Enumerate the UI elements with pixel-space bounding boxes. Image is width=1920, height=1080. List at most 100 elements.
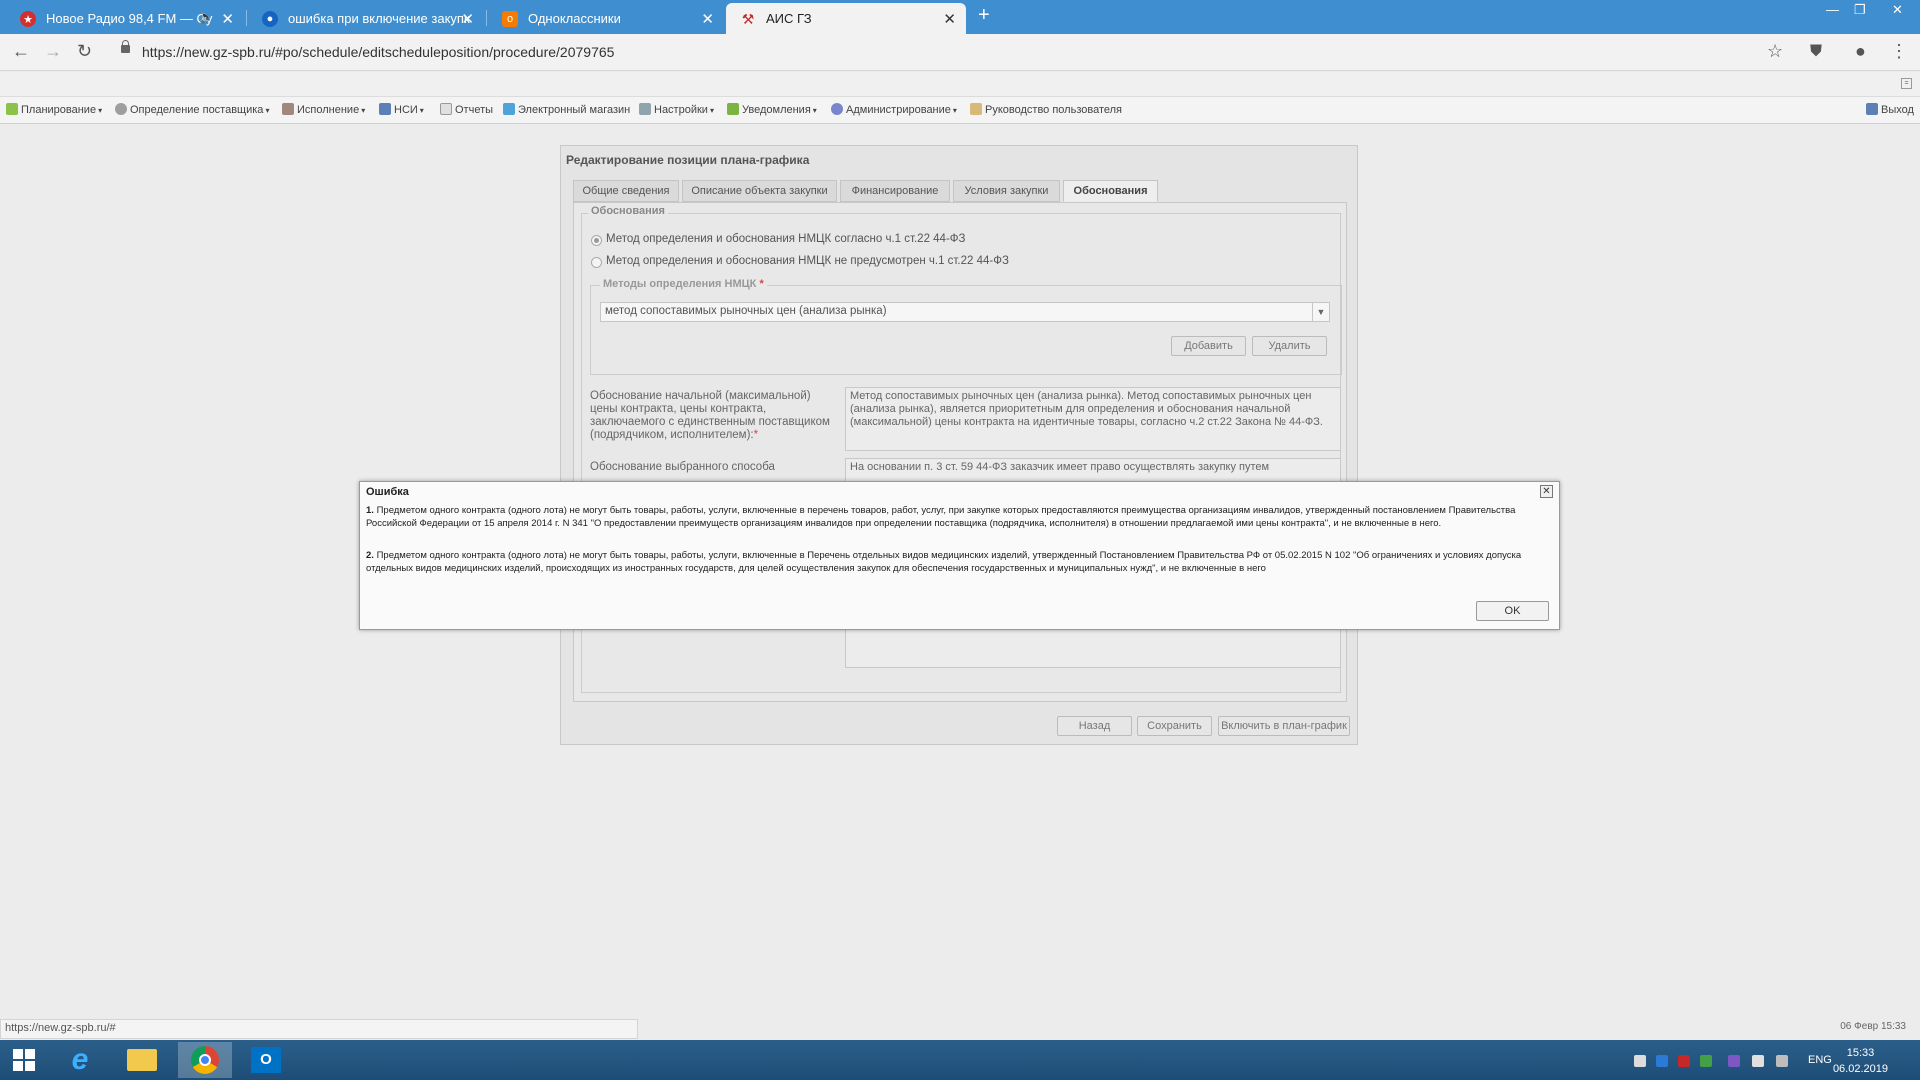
ok-icon: о — [502, 11, 518, 27]
menu-execution[interactable]: Исполнение ▾ — [282, 103, 365, 116]
url-field[interactable]: https://new.gz-spb.ru/#po/schedule/edits… — [142, 44, 614, 60]
user-icon — [831, 103, 843, 115]
tray-security-icon[interactable] — [1700, 1055, 1712, 1067]
supplier-icon — [115, 103, 127, 115]
extension-shield-icon[interactable]: ⛊ — [1810, 43, 1822, 61]
menu-settings[interactable]: Настройки ▾ — [639, 103, 714, 116]
nmck-justification-field[interactable]: Метод сопоставимых рыночных цен (анализа… — [845, 387, 1341, 451]
bookmark-star-icon[interactable]: ☆ — [1767, 41, 1783, 62]
tab-label: АИС ГЗ — [766, 11, 812, 26]
add-button[interactable]: Добавить — [1171, 336, 1246, 356]
browser-tab-radio[interactable]: ★ Новое Радио 98,4 FM — Су 🔈 ✕ — [6, 3, 244, 34]
tray-network-icon[interactable] — [1634, 1055, 1646, 1067]
keyboard-language[interactable]: ENG — [1808, 1054, 1832, 1066]
collapse-icon[interactable]: = — [1901, 78, 1912, 89]
menu-nsi[interactable]: НСИ ▾ — [379, 103, 424, 116]
tab-conditions[interactable]: Условия закупки — [953, 180, 1060, 202]
error-dialog: Ошибка ✕ 1. Предметом одного контракта (… — [359, 481, 1560, 630]
account-icon[interactable]: ● — [1855, 41, 1866, 62]
report-icon — [440, 103, 452, 115]
menu-planning[interactable]: Планирование ▾ — [6, 103, 102, 116]
speaker-icon[interactable]: 🔈 — [199, 10, 214, 24]
delete-button[interactable]: Удалить — [1252, 336, 1327, 356]
exit-icon — [1866, 103, 1878, 115]
back-button[interactable]: Назад — [1057, 716, 1132, 736]
tray-volume-icon[interactable] — [1752, 1055, 1764, 1067]
star-icon: ★ — [20, 11, 36, 27]
address-bar: ← → ↻ https://new.gz-spb.ru/#po/schedule… — [0, 34, 1920, 71]
nmck-method-select[interactable]: метод сопоставимых рыночных цен (анализа… — [600, 302, 1330, 322]
include-in-schedule-button[interactable]: Включить в план-график — [1218, 716, 1350, 736]
forward-icon[interactable]: → — [44, 41, 62, 62]
procurement-method-label: Обоснование выбранного способа — [590, 461, 775, 473]
browser-tab-search[interactable]: ● ошибка при включение закупк ✕ — [248, 3, 484, 34]
lock-icon — [121, 40, 130, 53]
menu-reports[interactable]: Отчеты — [440, 103, 493, 116]
globe-icon: ● — [262, 11, 278, 27]
save-button[interactable]: Сохранить — [1137, 716, 1212, 736]
close-tab-icon[interactable]: ✕ — [221, 10, 234, 28]
menu-user-guide[interactable]: Руководство пользователя — [970, 103, 1122, 116]
chrome-icon[interactable] — [178, 1042, 232, 1078]
ok-button[interactable]: OK — [1476, 601, 1549, 621]
tray-wifi-icon[interactable] — [1776, 1055, 1788, 1067]
new-tab-button[interactable]: + — [978, 4, 990, 27]
menu-dots-icon[interactable]: ⋮ — [1890, 41, 1908, 62]
cart-icon — [503, 103, 515, 115]
wrench-icon — [639, 103, 651, 115]
back-icon[interactable]: ← — [12, 41, 30, 62]
radio-method-article22[interactable] — [591, 235, 602, 246]
close-icon[interactable]: ✕ — [1540, 485, 1553, 498]
nmck-methods-legend: Методы определения НМЦК * — [600, 278, 767, 290]
planning-icon — [6, 103, 18, 115]
file-explorer-icon[interactable] — [118, 1042, 166, 1078]
nmck-methods-fieldset — [590, 285, 1342, 375]
menu-admin[interactable]: Администрирование ▾ — [831, 103, 957, 116]
menu-supplier[interactable]: Определение поставщика ▾ — [115, 103, 269, 116]
error-message-2: 2. Предметом одного контракта (одного ло… — [366, 550, 1522, 574]
browser-tab-ok[interactable]: о Одноклассники ✕ — [488, 3, 724, 34]
radio-method-article22-label: Метод определения и обоснования НМЦК сог… — [606, 233, 966, 245]
close-tab-icon[interactable]: ✕ — [461, 10, 474, 28]
menu-e-shop[interactable]: Электронный магазин — [503, 103, 630, 116]
tab-justifications[interactable]: Обоснования — [1063, 180, 1158, 202]
minimize-icon[interactable]: — — [1826, 2, 1839, 17]
tab-label: ошибка при включение закупк — [288, 11, 470, 26]
book-icon — [379, 103, 391, 115]
tray-display-icon[interactable] — [1728, 1055, 1740, 1067]
status-url: https://new.gz-spb.ru/# — [0, 1019, 638, 1039]
close-window-icon[interactable]: ✕ — [1892, 2, 1903, 18]
internet-explorer-icon[interactable]: e — [56, 1042, 104, 1078]
restore-icon[interactable]: ❐ — [1854, 2, 1866, 18]
envelope-icon — [727, 103, 739, 115]
tray-clock[interactable]: 15:33 06.02.2019 — [1833, 1045, 1888, 1077]
error-message-1: 1. Предметом одного контракта (одного ло… — [366, 505, 1516, 529]
windows-start-icon[interactable] — [0, 1042, 48, 1078]
panel-title: Редактирование позиции плана-графика — [566, 153, 810, 167]
tab-financing[interactable]: Финансирование — [840, 180, 950, 202]
close-tab-icon[interactable]: ✕ — [943, 10, 956, 28]
app-menu-bar: Планирование ▾ Определение поставщика ▾ Ис… — [0, 97, 1920, 124]
menu-exit[interactable]: Выход — [1866, 103, 1914, 116]
tab-label: Одноклассники — [528, 11, 621, 26]
browser-tab-ais-gz[interactable]: ⚒ АИС ГЗ ✕ — [726, 3, 966, 34]
guide-book-icon — [970, 103, 982, 115]
status-date: 06 Февр 15:33 — [1840, 1021, 1906, 1032]
execution-icon — [282, 103, 294, 115]
tab-object-description[interactable]: Описание объекта закупки — [682, 180, 837, 202]
tab-general[interactable]: Общие сведения — [573, 180, 679, 202]
browser-tab-strip: ★ Новое Радио 98,4 FM — Су 🔈 ✕ ● ошибка … — [0, 0, 1920, 34]
reload-icon[interactable]: ↻ — [77, 41, 92, 62]
dialog-title: Ошибка — [366, 486, 409, 498]
outlook-icon[interactable]: O — [242, 1042, 290, 1078]
tab-label: Новое Радио 98,4 FM — Су — [46, 11, 213, 26]
nmck-justification-label: Обоснование начальной (максимальной) цен… — [590, 390, 830, 441]
chevron-down-icon[interactable]: ▼ — [1312, 303, 1329, 321]
radio-method-not-provided-label: Метод определения и обоснования НМЦК не … — [606, 255, 1009, 267]
close-tab-icon[interactable]: ✕ — [701, 10, 714, 28]
gavel-icon: ⚒ — [741, 10, 755, 27]
radio-method-not-provided[interactable] — [591, 257, 602, 268]
tray-app-icon[interactable] — [1678, 1055, 1690, 1067]
menu-notifications[interactable]: Уведомления ▾ — [727, 103, 817, 116]
tray-outlook-icon[interactable] — [1656, 1055, 1668, 1067]
